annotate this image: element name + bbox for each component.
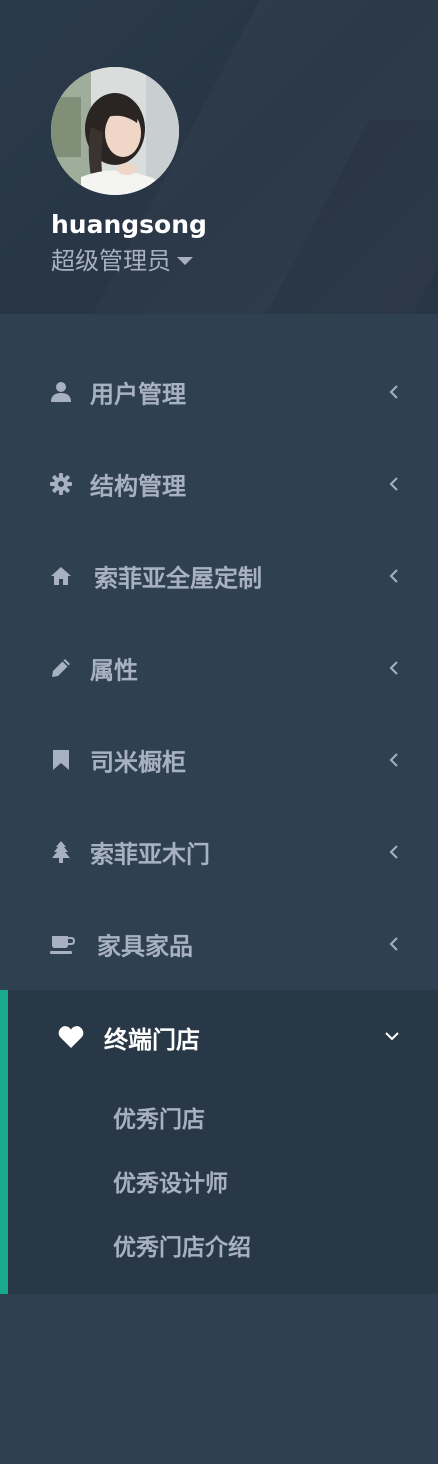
menu-item-attributes[interactable]: 属性: [0, 622, 438, 714]
profile-header: huangsong 超级管理员: [0, 0, 438, 314]
menu-item-label: 家具家品: [97, 932, 193, 961]
menu-item-sofia-wooden-doors[interactable]: 索菲亚木门: [0, 806, 438, 898]
chevron-left-icon: [389, 937, 398, 951]
pencil-icon: [52, 659, 70, 677]
menu-item-sofia-whole-house[interactable]: 索菲亚全屋定制: [0, 530, 438, 622]
menu-item-terminal-stores[interactable]: 终端门店: [8, 990, 438, 1082]
menu-item-label: 司米橱柜: [90, 748, 186, 777]
menu-item-label: 索菲亚木门: [90, 840, 210, 869]
gear-icon: [50, 473, 72, 495]
menu-item-furniture-home[interactable]: 家具家品: [0, 898, 438, 990]
chevron-left-icon: [389, 385, 398, 399]
submenu-item-excellent-stores[interactable]: 优秀门店: [113, 1100, 205, 1134]
menu-item-label: 结构管理: [90, 472, 186, 501]
chevron-down-icon: [385, 1032, 399, 1041]
caret-down-icon: [177, 257, 193, 265]
submenu-item-store-introduction[interactable]: 优秀门店介绍: [113, 1228, 251, 1262]
username: huangsong: [51, 210, 207, 239]
chevron-left-icon: [389, 845, 398, 859]
coffee-icon: [50, 936, 76, 954]
home-icon: [51, 567, 71, 585]
chevron-left-icon: [389, 477, 398, 491]
menu-group-terminal-stores: 终端门店 优秀门店 优秀设计师 优秀门店介绍: [0, 990, 438, 1294]
role-label: 超级管理员: [51, 247, 171, 275]
menu-item-structure-management[interactable]: 结构管理: [0, 438, 438, 530]
chevron-left-icon: [389, 661, 398, 675]
user-icon: [51, 382, 71, 402]
bookmark-icon: [53, 750, 69, 770]
heart-icon: [58, 1026, 84, 1048]
tree-icon: [52, 841, 70, 863]
sidebar: huangsong 超级管理员 用户管理 结构管理 索菲亚全屋定制 属性 司米橱…: [0, 0, 438, 1464]
submenu-item-excellent-designers[interactable]: 优秀设计师: [113, 1164, 228, 1198]
chevron-left-icon: [389, 753, 398, 767]
menu-item-label: 索菲亚全屋定制: [94, 564, 262, 593]
menu-item-user-management[interactable]: 用户管理: [0, 346, 438, 438]
menu-item-label: 属性: [90, 656, 138, 685]
menu-item-label: 用户管理: [90, 380, 186, 409]
menu-item-simi-cabinets[interactable]: 司米橱柜: [0, 714, 438, 806]
menu-item-label: 终端门店: [104, 1026, 200, 1054]
avatar[interactable]: [51, 67, 179, 195]
chevron-left-icon: [389, 569, 398, 583]
role-dropdown[interactable]: 超级管理员: [51, 244, 193, 278]
